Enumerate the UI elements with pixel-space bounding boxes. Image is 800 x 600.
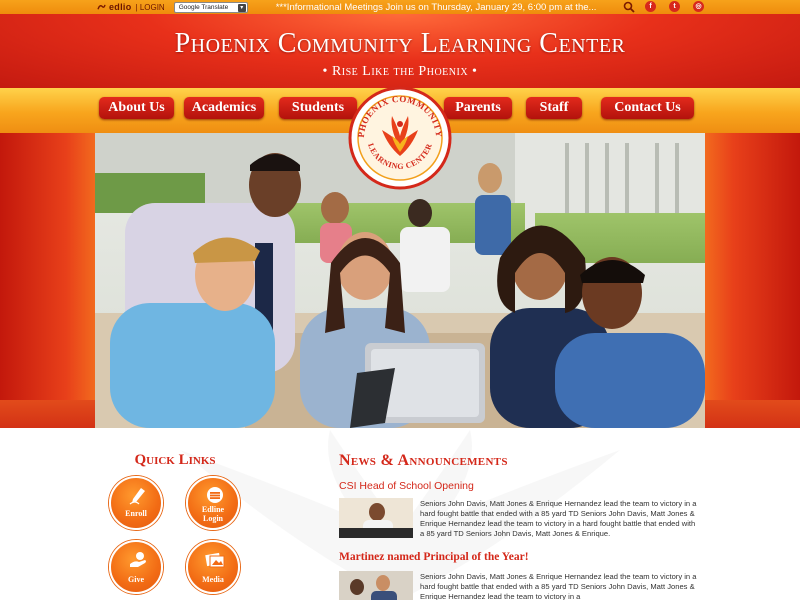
quick-link-media[interactable]: Media xyxy=(186,540,240,594)
facebook-icon[interactable]: f xyxy=(645,1,656,12)
quick-links-title: Quick Links xyxy=(134,452,216,468)
news-item-title[interactable]: CSI Head of School Opening xyxy=(339,480,474,492)
left-side-panel xyxy=(0,133,95,413)
right-side-panel xyxy=(705,133,800,413)
site-header: Phoenix Community Learning Center • Rise… xyxy=(0,14,800,88)
nav-contact-us[interactable]: Contact Us xyxy=(601,97,694,119)
site-title[interactable]: Phoenix Community Learning Center xyxy=(0,28,800,60)
news-thumbnail[interactable] xyxy=(339,571,413,600)
edlio-brand[interactable]: edlio xyxy=(97,2,132,12)
edlio-label: edlio xyxy=(109,2,132,12)
quick-link-label: Enroll xyxy=(125,509,147,518)
nav-students[interactable]: Students xyxy=(279,97,357,119)
photos-icon xyxy=(205,552,225,568)
news-item-title[interactable]: Martinez named Principal of the Year! xyxy=(339,551,529,563)
nav-academics[interactable]: Academics xyxy=(184,97,264,119)
login-link[interactable]: | LOGIN xyxy=(136,3,165,12)
announcement-ticker[interactable]: ***Informational Meetings Join us on Thu… xyxy=(276,2,606,13)
twitter-icon[interactable]: t xyxy=(669,1,680,12)
news-photo-2 xyxy=(339,571,413,600)
news-section-title: News & Announcements xyxy=(339,452,508,469)
chevron-down-icon: ▾ xyxy=(237,3,246,12)
edlio-logo-icon xyxy=(97,4,106,9)
top-utility-bar: edlio | LOGIN Google Translate ▾ ***Info… xyxy=(0,0,800,14)
quick-link-label: Media xyxy=(202,575,224,584)
google-translate-select[interactable]: Google Translate ▾ xyxy=(173,1,248,13)
school-emblem[interactable]: PHOENIX COMMUNITY LEARNING CENTER xyxy=(348,86,452,190)
quick-link-label-line2: Login xyxy=(202,514,223,523)
quick-link-enroll[interactable]: Enroll xyxy=(109,476,163,530)
instagram-icon[interactable]: ◎ xyxy=(693,1,704,12)
nav-about-us[interactable]: About Us xyxy=(99,97,174,119)
translate-label: Google Translate xyxy=(178,3,229,11)
news-item-summary: Seniors John Davis, Matt Jones & Enrique… xyxy=(420,499,697,538)
site-tagline: • Rise Like the Phoenix • xyxy=(322,64,478,79)
nav-parents[interactable]: Parents xyxy=(444,97,512,119)
search-icon[interactable] xyxy=(623,1,635,13)
news-item-summary: Seniors John Davis, Matt Jones & Enrique… xyxy=(420,572,697,600)
hand-icon xyxy=(130,552,146,567)
pen-icon xyxy=(129,488,145,505)
news-photo-1 xyxy=(339,498,413,538)
quick-link-label: Give xyxy=(128,575,144,584)
quick-link-label-line1: Edline xyxy=(201,505,225,514)
nav-staff[interactable]: Staff xyxy=(526,97,582,119)
quick-link-edline-login[interactable]: Edline Login xyxy=(186,476,240,530)
news-thumbnail[interactable] xyxy=(339,498,413,538)
quick-link-give[interactable]: Give xyxy=(109,540,163,594)
edline-icon xyxy=(207,487,223,503)
